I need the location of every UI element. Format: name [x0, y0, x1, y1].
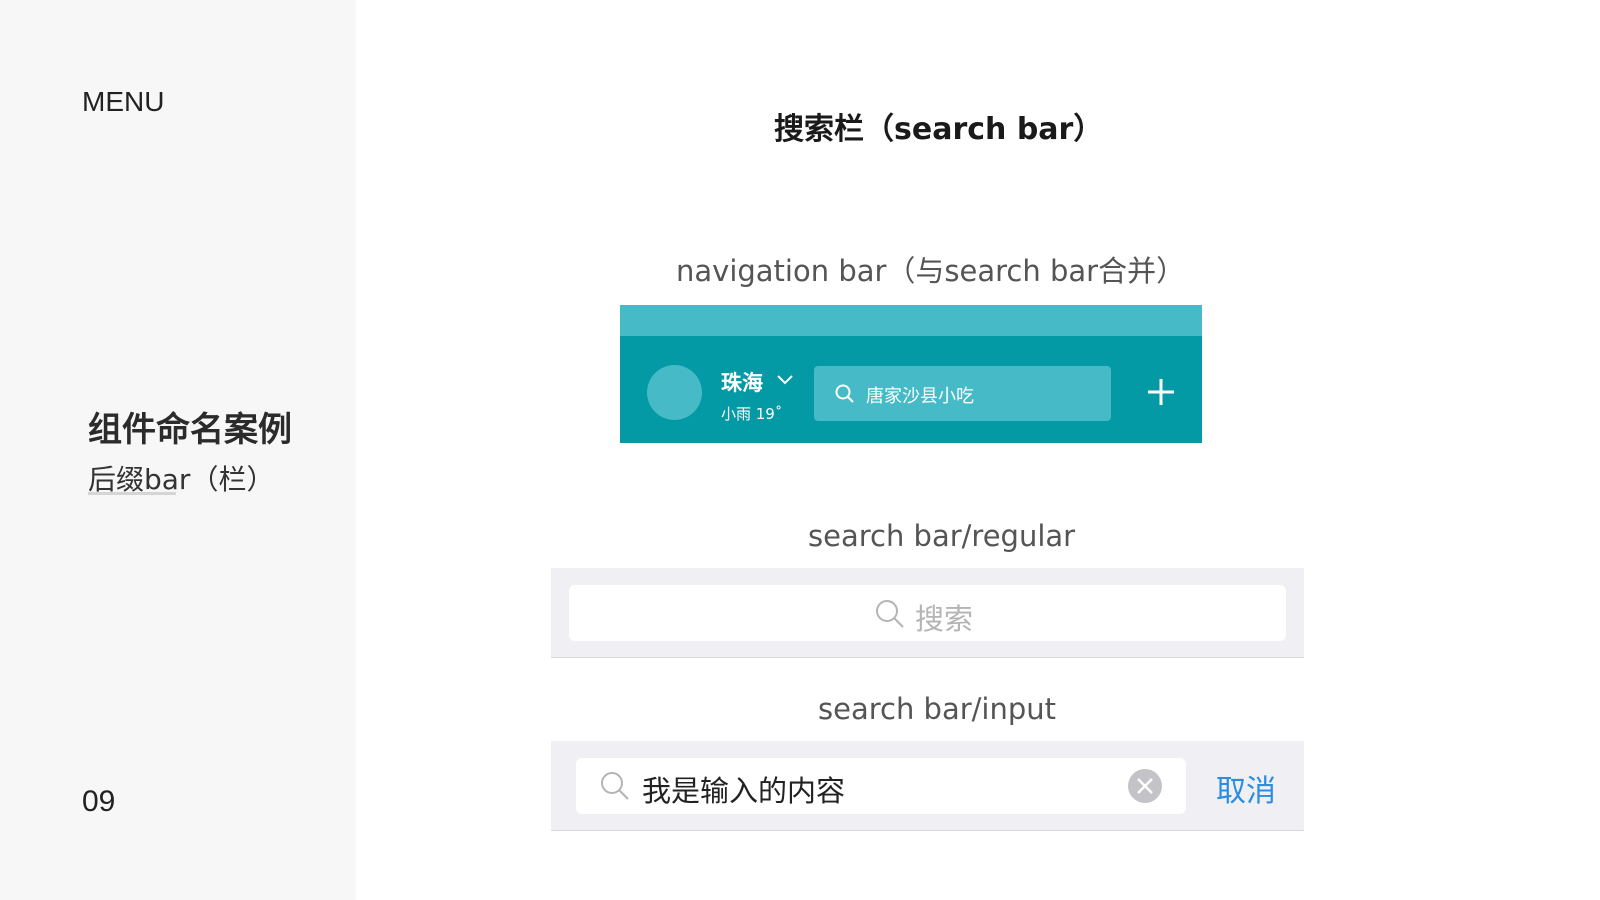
weather-label: 小雨 19˚ — [721, 405, 783, 423]
status-bar — [620, 305, 1202, 336]
chevron-down-icon[interactable] — [776, 373, 794, 387]
search-input-value: 我是输入的内容 — [642, 774, 846, 808]
menu-label[interactable]: MENU — [82, 86, 164, 118]
city-label[interactable]: 珠海 — [721, 367, 763, 397]
avatar[interactable] — [647, 365, 702, 420]
search-input-active[interactable]: 我是输入的内容 — [576, 758, 1186, 814]
nav-search-field[interactable]: 唐家沙县小吃 — [814, 366, 1111, 421]
plus-icon[interactable] — [1146, 377, 1176, 407]
caption-navigation-bar: navigation bar（与search bar合并） — [676, 254, 1186, 288]
search-placeholder: 搜索 — [915, 602, 974, 636]
navigation-bar-demo: 珠海 小雨 19˚ 唐家沙县小吃 — [620, 305, 1202, 443]
search-bar-regular: 搜索 — [551, 568, 1304, 658]
search-input[interactable]: 搜索 — [569, 585, 1286, 641]
caption-search-bar-regular: search bar/regular — [808, 519, 1076, 553]
search-icon — [835, 384, 854, 403]
subtitle-underline — [88, 492, 176, 495]
search-icon — [876, 600, 904, 628]
page-title: 搜索栏（search bar） — [774, 112, 1104, 147]
cancel-button[interactable]: 取消 — [1216, 766, 1276, 810]
section-subtitle: 后缀bar（栏） — [88, 458, 274, 498]
clear-icon[interactable] — [1127, 768, 1163, 804]
section-title: 组件命名案例 — [88, 410, 292, 450]
slide: MENU 组件命名案例 后缀bar（栏） 09 搜索栏（search bar） … — [0, 0, 1600, 900]
nav-search-text: 唐家沙县小吃 — [866, 386, 974, 407]
sidebar: MENU 组件命名案例 后缀bar（栏） 09 — [0, 0, 356, 900]
search-bar-input: 我是输入的内容 取消 — [551, 741, 1304, 831]
search-icon — [601, 772, 629, 800]
caption-search-bar-input: search bar/input — [818, 692, 1057, 726]
page-number: 09 — [82, 785, 116, 818]
